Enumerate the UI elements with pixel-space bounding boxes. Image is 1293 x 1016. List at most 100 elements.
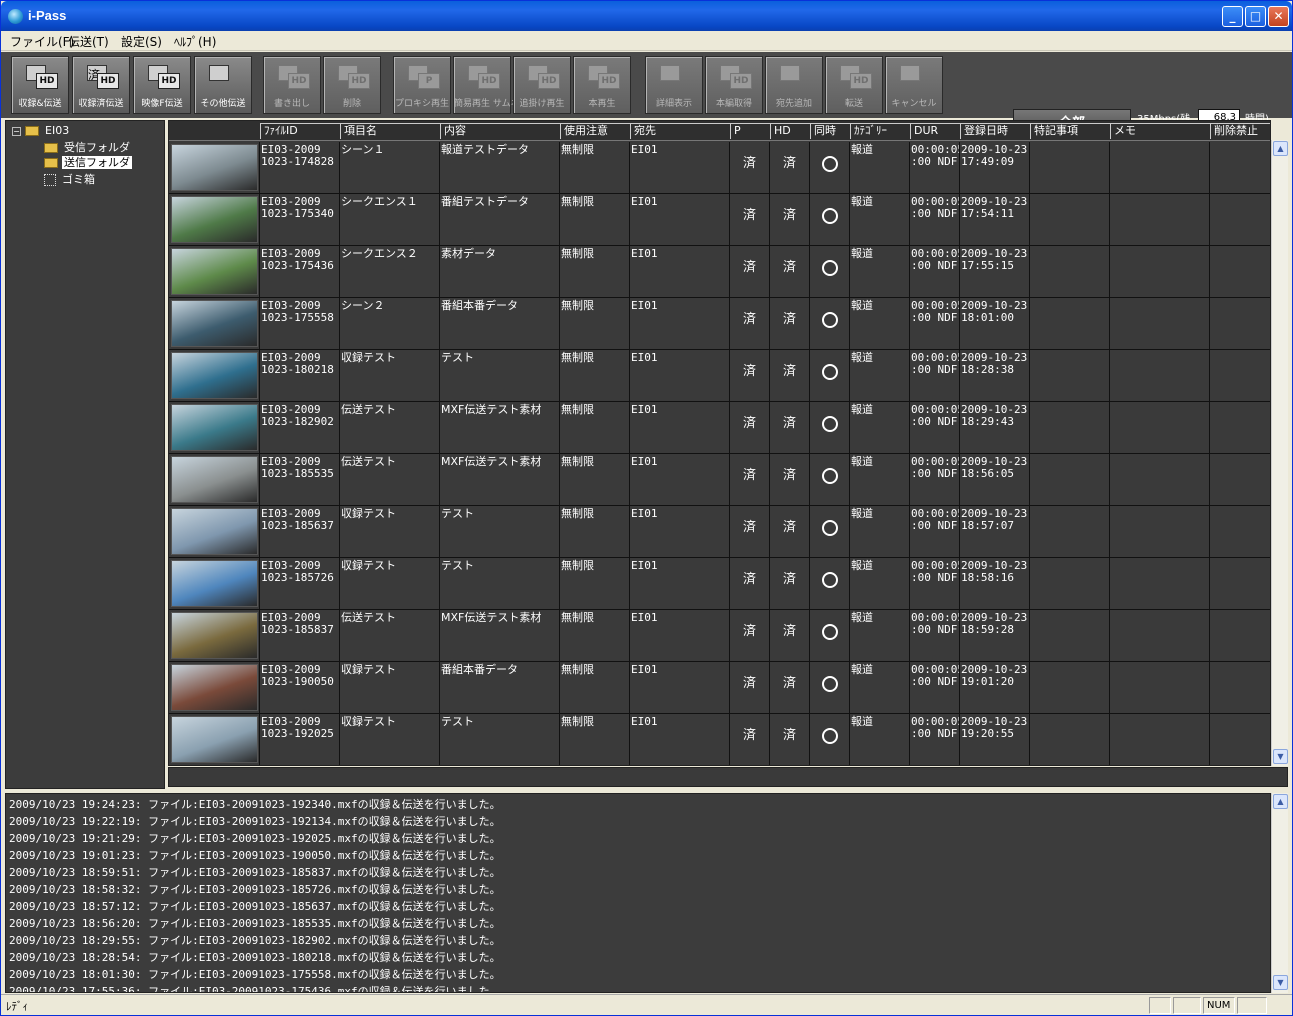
table-row[interactable]: EI03-2009 1023-180218 収録テスト テスト 無制限 EI01 済済報道 0… [169, 350, 1270, 402]
toolbar-button-11[interactable]: HD 本編取得 [705, 56, 763, 114]
table-row[interactable]: EI03-2009 1023-175436 シークエンス２ 素材データ 無制限 EI01 済… [169, 246, 1270, 298]
column-header[interactable]: 項目名 [340, 123, 440, 139]
cell-simultaneous [809, 350, 849, 402]
minimize-button[interactable]: _ [1222, 6, 1243, 27]
scroll-up-icon[interactable]: ▲ [1273, 141, 1288, 156]
column-header[interactable]: 特記事項 [1030, 123, 1110, 139]
clip-thumbnail[interactable] [171, 144, 258, 191]
column-header[interactable]: P [730, 123, 770, 139]
menu-transfer[interactable]: 伝送(T) [68, 33, 109, 50]
column-header[interactable]: 使用注意 [560, 123, 630, 139]
toolbar-button-10[interactable]: 詳細表示 [645, 56, 703, 114]
column-header[interactable]: メモ [1110, 123, 1210, 139]
clip-thumbnail[interactable] [171, 716, 258, 763]
menu-bar: ファイル(F) 伝送(T) 設定(S) ﾍﾙﾌﾟ(H) [1, 31, 1292, 51]
column-header[interactable]: HD [770, 123, 810, 139]
table-row[interactable]: EI03-2009 1023-185637 収録テスト テスト 無制限 EI01 済済報道 0… [169, 506, 1270, 558]
clip-thumbnail[interactable] [171, 352, 258, 399]
toolbar-button-9[interactable]: HD 本再生 [573, 56, 631, 114]
clip-thumbnail[interactable] [171, 404, 258, 451]
scroll-up-icon[interactable]: ▲ [1273, 794, 1288, 809]
tree-item-receive[interactable]: 受信フォルダ [44, 139, 132, 155]
column-header[interactable]: 同時 [810, 123, 850, 139]
menu-settings[interactable]: 設定(S) [121, 33, 162, 50]
toolbar-button-14[interactable]: キャンセル [885, 56, 943, 114]
table-row[interactable]: EI03-2009 1023-185535 伝送テスト MXF伝送テスト素材 無制限 EI… [169, 454, 1270, 506]
toolbar-button-6[interactable]: P プロキシ再生 [393, 56, 451, 114]
toolbar-button-4[interactable]: HD 書き出し [263, 56, 321, 114]
cell-content: テスト [439, 558, 559, 610]
tree-root[interactable]: − EI03 [12, 124, 71, 137]
log-scrollbar[interactable]: ▲ ▼ [1271, 793, 1288, 993]
column-header[interactable]: 削除禁止 [1210, 123, 1270, 139]
table-vertical-scrollbar[interactable]: ▲ ▼ [1271, 140, 1288, 766]
cell-destination: EI01 [629, 402, 729, 454]
column-header[interactable]: 登録日時 [960, 123, 1030, 139]
cell-item: 収録テスト [339, 350, 439, 402]
table-row[interactable]: EI03-2009 1023-190050 収録テスト 番組本番データ 無制限 EI01 済… [169, 662, 1270, 714]
scroll-down-icon[interactable]: ▼ [1273, 749, 1288, 764]
toolbar-button-3[interactable]: その他伝送 [194, 56, 252, 114]
cell-note [1029, 246, 1109, 298]
toolbar-button-0[interactable]: HD 収録&伝送 [11, 56, 69, 114]
clip-thumbnail[interactable] [171, 560, 258, 607]
cell-dur-line2: :00 NDF [911, 675, 958, 688]
cell-p-status: 済 [729, 558, 769, 610]
folder-icon [25, 126, 39, 136]
toolbar-button-label: 宛先追加 [775, 99, 812, 109]
cell-caution: 無制限 [559, 298, 629, 350]
toolbar-button-1[interactable]: 済 HD 収録済伝送 [72, 56, 130, 114]
cell-cat: 報道 [849, 194, 909, 246]
scroll-down-icon[interactable]: ▼ [1273, 975, 1288, 990]
column-header[interactable]: 宛先 [630, 123, 730, 139]
cell-content: テスト [439, 714, 559, 765]
status-panel-scroll [1173, 997, 1201, 1014]
cell-simultaneous [809, 194, 849, 246]
table-row[interactable]: EI03-2009 1023-182902 伝送テスト MXF伝送テスト素材 無制限 EI… [169, 402, 1270, 454]
cell-content: MXF伝送テスト素材 [439, 402, 559, 454]
toolbar-button-13[interactable]: HD 転送 [825, 56, 883, 114]
cell-memo [1109, 506, 1209, 558]
table-row[interactable]: EI03-2009 1023-175558 シーン２ 番組本番データ 無制限 EI01 済済… [169, 298, 1270, 350]
menu-file[interactable]: ファイル(F) [10, 33, 74, 50]
clip-thumbnail[interactable] [171, 196, 258, 243]
clip-thumbnail[interactable] [171, 300, 258, 347]
tree-item-send[interactable]: 送信フォルダ [44, 154, 132, 170]
title-bar[interactable]: i-Pass _ □ ✕ [1, 1, 1292, 31]
clip-thumbnail[interactable] [171, 664, 258, 711]
column-header[interactable]: ﾌｧｲﾙID [260, 123, 340, 139]
table-row[interactable]: EI03-2009 1023-185837 伝送テスト MXF伝送テスト素材 無制限 EI… [169, 610, 1270, 662]
menu-help[interactable]: ﾍﾙﾌﾟ(H) [174, 33, 216, 50]
table-row[interactable]: EI03-2009 1023-185726 収録テスト テスト 無制限 EI01 済済報道 0… [169, 558, 1270, 610]
cell-item: シークエンス１ [339, 194, 439, 246]
toolbar-button-8[interactable]: HD 追掛け再生 [513, 56, 571, 114]
toolbar-button-label: 簡易再生 サムネイル更新 [454, 99, 556, 109]
clip-thumbnail[interactable] [171, 456, 258, 503]
clip-thumbnail[interactable] [171, 612, 258, 659]
table-row[interactable]: EI03-2009 1023-192025 収録テスト テスト 無制限 EI01 済済報道 0… [169, 714, 1270, 765]
cell-caution: 無制限 [559, 506, 629, 558]
toolbar-button-2[interactable]: HD 映像F伝送 [133, 56, 191, 114]
cell-item: 伝送テスト [339, 402, 439, 454]
tree-item-trash[interactable]: ゴミ箱 [44, 171, 97, 187]
toolbar-button-12[interactable]: 宛先追加 [765, 56, 823, 114]
close-button[interactable]: ✕ [1268, 6, 1289, 27]
column-header[interactable]: 内容 [440, 123, 560, 139]
collapse-icon[interactable]: − [12, 126, 21, 136]
column-header[interactable]: ｶﾃｺﾞﾘｰ [850, 123, 910, 139]
toolbar-button-5[interactable]: HD 削除 [323, 56, 381, 114]
clip-thumbnail[interactable] [171, 248, 258, 295]
table-row[interactable]: EI03-2009 1023-174828 シーン１ 報道テストデータ 無制限 EI01 済… [169, 142, 1270, 194]
cell-p-status: 済 [729, 194, 769, 246]
clip-thumbnail[interactable] [171, 508, 258, 555]
table-row[interactable]: EI03-2009 1023-175340 シークエンス１ 番組テストデータ 無制限 EI… [169, 194, 1270, 246]
table-horizontal-scrollbar[interactable] [168, 767, 1288, 787]
cell-p-status: 済 [729, 402, 769, 454]
toolbar-button-7[interactable]: HD 簡易再生 サムネイル更新 [453, 56, 556, 114]
cell-id-line2: 1023-182902 [261, 415, 334, 428]
maximize-button[interactable]: □ [1245, 6, 1266, 27]
cell-id: EI03-2009 1023-182902 [259, 402, 339, 454]
column-header[interactable]: DUR [910, 123, 960, 139]
simultaneous-circle-icon [821, 624, 838, 640]
cell-dur-line2: :00 NDF [911, 363, 958, 376]
